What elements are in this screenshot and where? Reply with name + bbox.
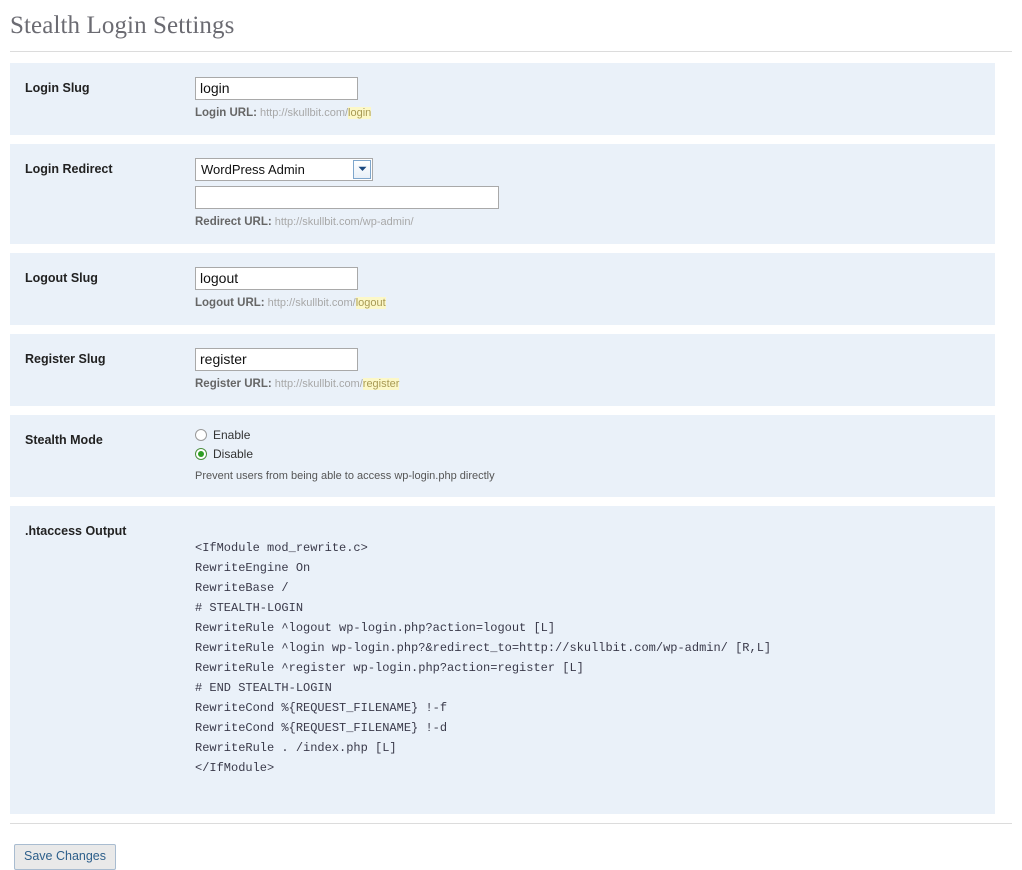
setting-row-htaccess-output: .htaccess Output <IfModule mod_rewrite.c… <box>10 505 995 814</box>
register-url-help-base: http://skullbit.com/ <box>271 377 363 390</box>
settings-page: Stealth Login Settings Login Slug Login … <box>0 0 1022 870</box>
logout-slug-label: Logout Slug <box>25 270 98 285</box>
setting-row-register-slug: Register Slug Register URL: http://skull… <box>10 333 995 406</box>
logout-url-help: Logout URL: http://skullbit.com/logout <box>195 296 985 311</box>
setting-row-logout-slug: Logout Slug Logout URL: http://skullbit.… <box>10 252 995 325</box>
stealth-mode-disable-label: Disable <box>213 446 254 461</box>
chevron-down-icon[interactable] <box>353 159 371 179</box>
redirect-url-help-label: Redirect URL: <box>195 215 272 228</box>
stealth-mode-label: Stealth Mode <box>25 432 103 447</box>
stealth-mode-field: Enable Disable Prevent users from being … <box>195 415 995 497</box>
register-url-help-label: Register URL: <box>195 377 272 390</box>
htaccess-output-label: .htaccess Output <box>25 523 127 538</box>
htaccess-code-block: <IfModule mod_rewrite.c> RewriteEngine O… <box>195 540 772 775</box>
logout-url-help-label: Logout URL: <box>195 296 265 309</box>
page-title: Stealth Login Settings <box>10 12 235 39</box>
login-redirect-select[interactable]: WordPress Admin <box>195 157 373 181</box>
stealth-mode-note: Prevent users from being able to access … <box>195 469 495 482</box>
submit-area: Save Changes <box>0 824 1022 870</box>
logout-url-help-base: http://skullbit.com/ <box>264 296 356 309</box>
stealth-mode-disable-option[interactable]: Disable <box>195 446 985 462</box>
login-redirect-label: Login Redirect <box>25 161 113 176</box>
login-slug-input[interactable] <box>195 76 358 100</box>
htaccess-output-field: <IfModule mod_rewrite.c> RewriteEngine O… <box>195 506 995 814</box>
login-url-help-base: http://skullbit.com/ <box>256 106 349 119</box>
setting-row-stealth-mode: Stealth Mode Enable Disable Prevent user… <box>10 414 995 497</box>
login-slug-label: Login Slug <box>25 80 90 95</box>
save-changes-button[interactable]: Save Changes <box>14 843 117 870</box>
login-url-help-slug: login <box>348 106 372 119</box>
login-url-help: Login URL: http://skullbit.com/login <box>195 106 985 121</box>
login-slug-field: Login URL: http://skullbit.com/login <box>195 63 995 135</box>
redirect-url-help-base: http://skullbit.com/wp-admin/ <box>271 215 414 228</box>
register-url-help-slug: register <box>362 377 400 390</box>
login-redirect-custom-input[interactable] <box>195 185 499 209</box>
radio-checked-icon[interactable] <box>195 447 207 460</box>
logout-url-help-slug: logout <box>355 296 386 309</box>
setting-row-login-slug: Login Slug Login URL: http://skullbit.co… <box>10 62 995 135</box>
logout-slug-input[interactable] <box>195 266 358 290</box>
redirect-url-help: Redirect URL: http://skullbit.com/wp-adm… <box>195 215 985 230</box>
register-slug-input[interactable] <box>195 347 358 371</box>
title-divider <box>10 50 1012 52</box>
login-redirect-field: WordPress Admin Redirect URL: http://sku… <box>195 144 995 244</box>
register-slug-label: Register Slug <box>25 351 106 366</box>
login-url-help-label: Login URL: <box>195 106 257 119</box>
stealth-mode-enable-option[interactable]: Enable <box>195 427 985 443</box>
settings-form-table: Login Slug Login URL: http://skullbit.co… <box>10 62 995 814</box>
login-redirect-select-value: WordPress Admin <box>201 161 305 177</box>
radio-unchecked-icon[interactable] <box>195 428 207 441</box>
register-slug-field: Register URL: http://skullbit.com/regist… <box>195 334 995 406</box>
logout-slug-field: Logout URL: http://skullbit.com/logout <box>195 253 995 325</box>
setting-row-login-redirect: Login Redirect WordPress Admin Redirect … <box>10 143 995 244</box>
stealth-mode-enable-label: Enable <box>213 427 251 442</box>
register-url-help: Register URL: http://skullbit.com/regist… <box>195 377 985 392</box>
